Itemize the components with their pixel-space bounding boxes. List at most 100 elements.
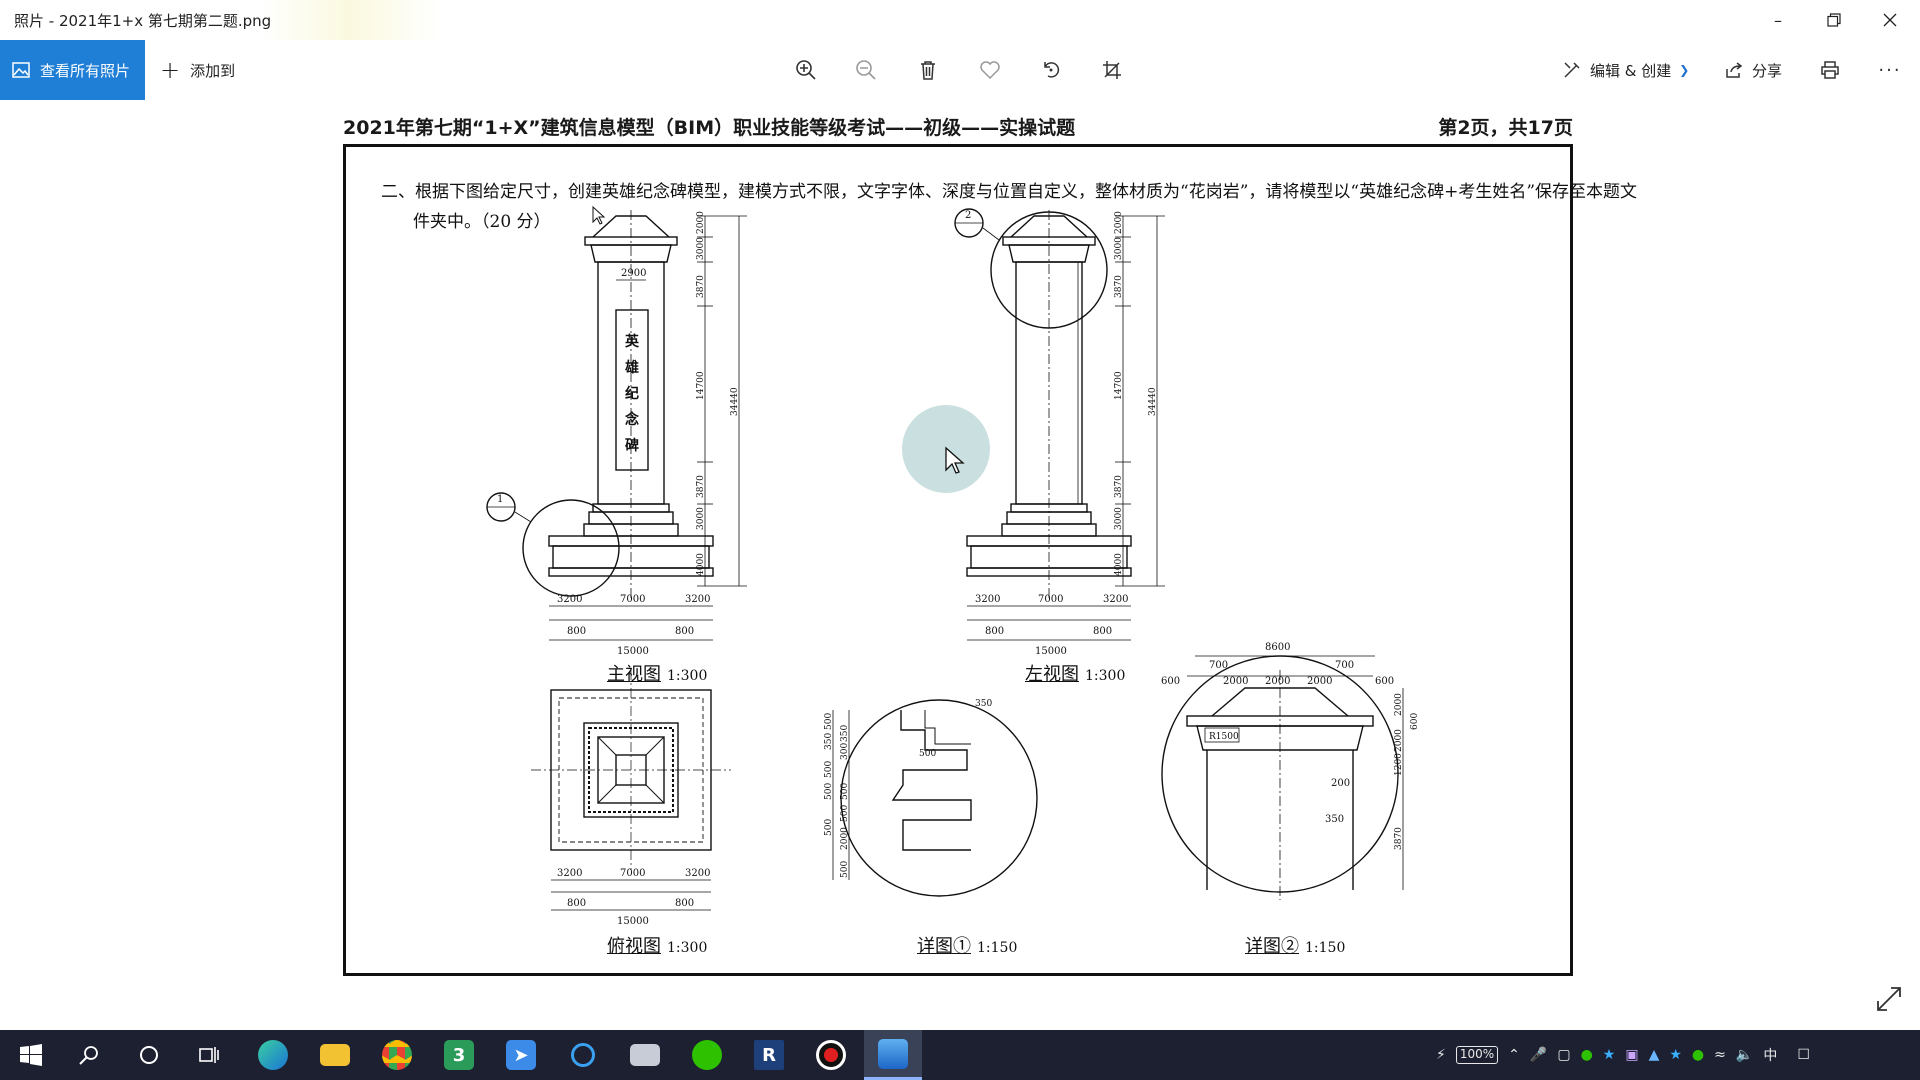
edit-create-icon	[1564, 62, 1580, 78]
dim-d1-3: 350	[840, 725, 850, 742]
rotate-button[interactable]	[1031, 50, 1071, 90]
dim-d1-6: 500	[824, 783, 834, 800]
dim-tb-3: 3200	[685, 868, 710, 879]
dim-b-1: 3200	[557, 594, 582, 605]
detail-2-scale: 1:150	[1305, 940, 1346, 956]
dim-b-2: 7000	[620, 594, 645, 605]
notification-icon[interactable]: ☐	[1797, 1047, 1810, 1063]
adobe-tray-icon[interactable]: ▣	[1625, 1047, 1638, 1063]
start-button[interactable]	[2, 1030, 60, 1080]
chevron-down-icon: ❯	[1679, 63, 1690, 77]
delete-icon	[921, 61, 935, 80]
dim-tb-5: 800	[675, 898, 694, 909]
front-view: 1 2900 英 雄 纪 念 碑 2000 3000 3870 14700 38…	[486, 210, 747, 657]
dim-tb-2: 7000	[620, 868, 645, 879]
minimize-button[interactable]: –	[1750, 0, 1806, 40]
chrome-icon	[382, 1040, 412, 1070]
dim-lv-6: 3000	[1114, 507, 1124, 530]
cortana-icon	[140, 1046, 158, 1064]
restore-button[interactable]	[1806, 0, 1862, 40]
add-to-button[interactable]: + 添加到	[160, 40, 235, 100]
tray-star-icon[interactable]: ★	[1603, 1047, 1616, 1063]
close-icon	[1883, 13, 1897, 27]
fullscreen-button[interactable]	[1874, 984, 1904, 1014]
tray-star2-icon[interactable]: ★	[1669, 1047, 1682, 1063]
app-3[interactable]: 3	[430, 1030, 488, 1080]
volume-icon[interactable]: 🔈	[1736, 1047, 1753, 1063]
feishu-icon: ➤	[506, 1040, 536, 1070]
revit-app[interactable]: R	[740, 1030, 798, 1080]
record-icon	[816, 1040, 846, 1070]
print-button[interactable]	[1810, 50, 1850, 90]
record-app[interactable]	[802, 1030, 860, 1080]
zoom-out-button[interactable]	[846, 50, 886, 90]
search-app-icon	[571, 1043, 595, 1067]
dim-v-1: 2000	[696, 211, 706, 234]
window-title: 照片 - 2021年1+x 第七期第二题.png	[14, 12, 272, 30]
wechat-app[interactable]	[678, 1030, 736, 1080]
more-button[interactable]: ···	[1870, 50, 1910, 90]
left-view-title: 左视图	[1025, 664, 1079, 685]
search-app[interactable]	[554, 1030, 612, 1080]
detail-2-caption: 详图② 1:150	[1245, 932, 1345, 958]
secondary-cursor-icon	[592, 206, 606, 225]
dim-d2-mark-2: 350	[1325, 814, 1344, 825]
chevron-up-icon[interactable]: ⌃	[1508, 1047, 1520, 1063]
microphone-icon[interactable]: 🎤	[1530, 1047, 1547, 1063]
taskbar: 3 ➤ R ⚡ 100% ⌃ 🎤 ▢ ● ★ ▣ ▲ ★ ● ≈ 🔈 中 ☐	[0, 1030, 1920, 1080]
wechat-tray-icon[interactable]: ●	[1581, 1047, 1593, 1063]
callout-1-number: 1	[497, 494, 503, 505]
wifi-icon[interactable]: ≈	[1714, 1047, 1726, 1063]
dim-lb-5: 800	[1093, 626, 1112, 637]
dim-b-3: 3200	[685, 594, 710, 605]
top-view-title: 俯视图	[607, 936, 661, 957]
dim-lb-total: 15000	[1035, 646, 1067, 657]
autodesk-tray-icon[interactable]: ▲	[1649, 1047, 1660, 1063]
inscription-char-4: 念	[624, 411, 640, 428]
inscription-char-3: 纪	[625, 385, 639, 402]
dim-tb-1: 3200	[557, 868, 582, 879]
scanner-app[interactable]	[616, 1030, 674, 1080]
edit-create-label: 编辑 & 创建	[1590, 61, 1672, 80]
detail-1-scale: 1:150	[977, 940, 1018, 956]
dim-d2-r-3: 2000	[1394, 729, 1404, 752]
front-view-caption: 主视图 1:300	[607, 660, 707, 686]
dim-tb-4: 800	[567, 898, 586, 909]
crop-button[interactable]	[1092, 50, 1132, 90]
close-button[interactable]	[1862, 0, 1918, 40]
dim-d1-mark-1: 350	[975, 699, 992, 709]
battery-indicator[interactable]: 100%	[1455, 1046, 1499, 1064]
share-button[interactable]: 分享	[1724, 40, 1782, 100]
inscription-char-1: 英	[624, 333, 640, 350]
file-explorer-app[interactable]	[306, 1030, 364, 1080]
detail-1: 500 350 350 300 500 500 500 500 500 2000…	[824, 699, 1038, 897]
search-button[interactable]	[60, 1030, 118, 1080]
photos-app[interactable]	[864, 1030, 922, 1080]
edit-create-button[interactable]: 编辑 & 创建 ❯	[1562, 40, 1689, 100]
dim-d2-top-7: 2000	[1307, 676, 1332, 687]
dim-lv-4: 14700	[1114, 371, 1124, 400]
edge-app[interactable]	[244, 1030, 302, 1080]
wechat-icon	[692, 1040, 722, 1070]
photos-icon	[12, 62, 30, 78]
document-image: 2021年第七期“1+X”建筑信息模型（BIM）职业技能等级考试——初级——实操…	[335, 110, 1637, 990]
dim-d2-top-1: 8600	[1265, 642, 1290, 653]
chrome-app[interactable]	[368, 1030, 426, 1080]
dim-lv-2: 3000	[1114, 237, 1124, 260]
dim-d1-4: 300	[840, 743, 850, 760]
wechat2-tray-icon[interactable]: ●	[1692, 1047, 1704, 1063]
feishu-app[interactable]: ➤	[492, 1030, 550, 1080]
dim-d2-r-4: 1200	[1394, 753, 1404, 776]
tray-app-icon[interactable]: ▢	[1557, 1047, 1570, 1063]
dim-d2-top-3: 700	[1335, 660, 1354, 671]
system-tray: ⚡ 100% ⌃ 🎤 ▢ ● ★ ▣ ▲ ★ ● ≈ 🔈 中 ☐	[1436, 1030, 1810, 1080]
ime-indicator[interactable]: 中	[1763, 1045, 1777, 1065]
delete-button[interactable]	[908, 50, 948, 90]
monument-drawing: 1 2900 英 雄 纪 念 碑 2000 3000 3870 14700 38…	[486, 208, 1420, 927]
cortana-button[interactable]	[120, 1030, 178, 1080]
dim-d2-top-2: 700	[1209, 660, 1228, 671]
favorite-button[interactable]	[970, 50, 1010, 90]
all-photos-button[interactable]: 查看所有照片	[0, 40, 145, 100]
zoom-in-button[interactable]	[786, 50, 826, 90]
task-view-button[interactable]	[180, 1030, 238, 1080]
